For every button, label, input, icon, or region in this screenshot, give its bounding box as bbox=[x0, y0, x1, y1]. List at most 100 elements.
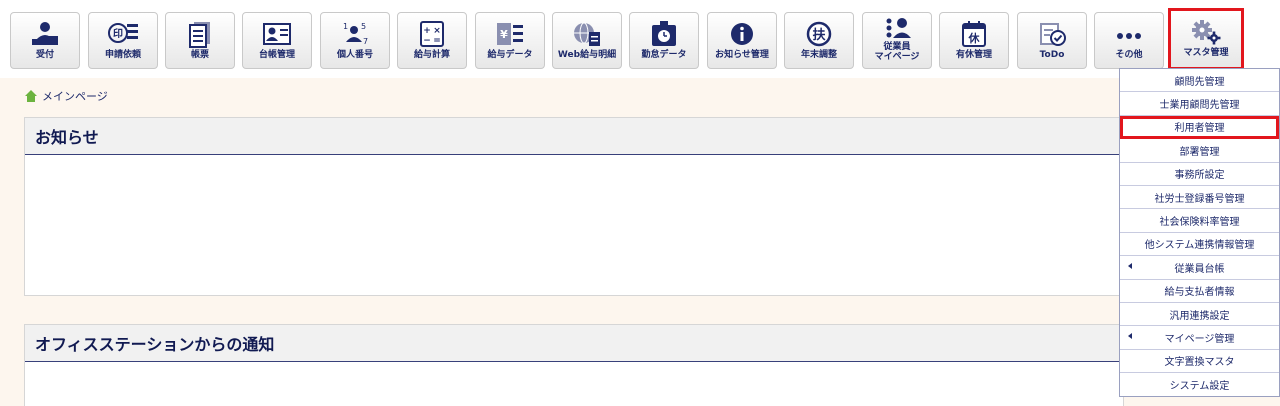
time-card-icon bbox=[648, 20, 680, 48]
menu-item-label: 従業員台帳 bbox=[1174, 263, 1225, 275]
toolbar-label: その他 bbox=[1115, 50, 1143, 60]
employees-icon bbox=[881, 16, 913, 40]
toolbar-label: マスタ管理 bbox=[1183, 48, 1229, 58]
toolbar-button-payroll-data[interactable]: ¥ 給与データ bbox=[475, 12, 545, 69]
toolbar-label: 受付 bbox=[35, 50, 54, 60]
menu-item-user-management[interactable]: 利用者管理 bbox=[1120, 115, 1279, 140]
fu-kanji-icon: 扶 bbox=[803, 20, 835, 48]
svg-text:+: + bbox=[423, 26, 431, 36]
menu-item-label: 社労士登録番号管理 bbox=[1154, 193, 1245, 205]
menu-item-label: 文字置換マスタ bbox=[1164, 357, 1235, 369]
toolbar-label: 給与データ bbox=[487, 50, 533, 60]
menu-item-label: 顧問先管理 bbox=[1174, 76, 1225, 88]
office-notification-panel: オフィスステーションからの通知 bbox=[24, 324, 1124, 406]
toolbar-button-personal-number[interactable]: 1 5 7 個人番号 bbox=[320, 12, 390, 69]
menu-item-label: システム設定 bbox=[1169, 381, 1230, 393]
menu-item-external-system-integration[interactable]: 他システム連携情報管理 bbox=[1120, 233, 1279, 257]
menu-item-social-insurance-rate[interactable]: 社会保険料率管理 bbox=[1120, 209, 1279, 233]
menu-item-label: 社会保険料率管理 bbox=[1159, 217, 1240, 229]
more-dots-icon bbox=[1113, 20, 1145, 48]
menu-item-mypage-management[interactable]: マイページ管理 bbox=[1120, 326, 1279, 350]
seal-stamp-icon: 印 bbox=[107, 20, 139, 48]
toolbar-label: 有休管理 bbox=[955, 50, 992, 60]
master-management-menu: 顧問先管理 士業用顧問先管理 利用者管理 部署管理 事務所設定 社労士登録番号管… bbox=[1119, 68, 1280, 398]
menu-item-labor-consultant-number[interactable]: 社労士登録番号管理 bbox=[1120, 186, 1279, 210]
toolbar-label: 従業員 マイページ bbox=[874, 42, 920, 62]
menu-item-label: 汎用連携設定 bbox=[1169, 310, 1230, 322]
svg-text:=: = bbox=[433, 36, 441, 46]
svg-text:休: 休 bbox=[968, 31, 981, 45]
submenu-arrow-icon bbox=[1128, 263, 1132, 270]
toolbar-button-year-end-adjustment[interactable]: 扶 年末調整 bbox=[784, 12, 854, 69]
yen-list-icon: ¥ bbox=[494, 20, 526, 48]
svg-text:扶: 扶 bbox=[812, 27, 826, 43]
toolbar-label: Web給与明細 bbox=[557, 50, 617, 60]
menu-item-character-replacement-master[interactable]: 文字置換マスタ bbox=[1120, 350, 1279, 374]
toolbar-label: 勤怠データ bbox=[641, 50, 687, 60]
toolbar-button-employee-mypage[interactable]: 従業員 マイページ bbox=[862, 12, 932, 69]
toolbar-button-reception[interactable]: 受付 bbox=[10, 12, 80, 69]
home-icon bbox=[25, 90, 37, 102]
svg-text:1: 1 bbox=[343, 22, 348, 31]
toolbar-label: 年末調整 bbox=[800, 50, 837, 60]
toolbar-button-forms[interactable]: 帳票 bbox=[165, 12, 235, 69]
menu-item-general-integration-settings[interactable]: 汎用連携設定 bbox=[1120, 303, 1279, 327]
svg-text:×: × bbox=[433, 26, 441, 36]
menu-item-label: 他システム連携情報管理 bbox=[1144, 240, 1255, 252]
breadcrumb: メインページ bbox=[24, 88, 108, 104]
toolbar-button-payroll[interactable]: + × − = 給与計算 bbox=[397, 12, 467, 69]
calculator-icon: + × − = bbox=[416, 20, 448, 48]
menu-item-payer-info[interactable]: 給与支払者情報 bbox=[1120, 280, 1279, 303]
svg-text:¥: ¥ bbox=[500, 28, 508, 41]
id-card-icon bbox=[261, 20, 293, 48]
toolbar-button-request[interactable]: 印 申請依頼 bbox=[88, 12, 158, 69]
globe-document-icon bbox=[571, 20, 603, 48]
toolbar-label: お知らせ管理 bbox=[715, 50, 769, 60]
menu-item-label: 利用者管理 bbox=[1174, 123, 1225, 135]
svg-text:5: 5 bbox=[361, 22, 366, 31]
main-toolbar: 受付 印 申請依頼 帳票 台帳管理 1 5 7 個人番号 +×−= 給与計算 bbox=[0, 0, 1280, 78]
submenu-arrow-icon bbox=[1128, 333, 1132, 340]
breadcrumb-home-link[interactable]: メインページ bbox=[42, 88, 108, 104]
svg-text:−: − bbox=[423, 36, 431, 46]
person-number-icon: 1 5 7 bbox=[339, 20, 371, 48]
toolbar-label: 個人番号 bbox=[336, 50, 373, 60]
menu-item-label: 部署管理 bbox=[1179, 146, 1220, 158]
toolbar-button-attendance[interactable]: 勤怠データ bbox=[629, 12, 699, 69]
notice-panel: お知らせ bbox=[24, 117, 1124, 296]
menu-item-label: マイページ管理 bbox=[1164, 333, 1235, 345]
toolbar-label: 申請依頼 bbox=[104, 50, 141, 60]
toolbar-button-master-management[interactable]: マスタ管理 bbox=[1168, 8, 1244, 70]
reception-icon bbox=[29, 20, 61, 48]
toolbar-label: ToDo bbox=[1039, 50, 1065, 60]
todo-check-icon bbox=[1036, 20, 1068, 48]
document-stack-icon bbox=[184, 20, 216, 48]
toolbar-button-todo[interactable]: ToDo bbox=[1017, 12, 1087, 69]
svg-text:印: 印 bbox=[113, 28, 123, 40]
office-notification-panel-header: オフィスステーションからの通知 bbox=[25, 325, 1123, 362]
calendar-kyu-icon: 休 bbox=[958, 20, 990, 48]
menu-item-professional-client-management[interactable]: 士業用顧問先管理 bbox=[1120, 92, 1279, 116]
info-icon bbox=[726, 20, 758, 48]
menu-item-label: 給与支払者情報 bbox=[1164, 287, 1235, 299]
toolbar-button-other[interactable]: その他 bbox=[1094, 12, 1164, 69]
toolbar-label: 台帳管理 bbox=[258, 50, 295, 60]
notice-panel-header: お知らせ bbox=[25, 118, 1123, 155]
toolbar-button-web-payslip[interactable]: Web給与明細 bbox=[552, 12, 622, 69]
toolbar-button-paid-leave[interactable]: 休 有休管理 bbox=[939, 12, 1009, 69]
notice-panel-title: お知らせ bbox=[35, 128, 99, 147]
menu-item-employee-ledger[interactable]: 従業員台帳 bbox=[1120, 256, 1279, 280]
toolbar-button-notice-management[interactable]: お知らせ管理 bbox=[707, 12, 777, 69]
menu-item-client-management[interactable]: 顧問先管理 bbox=[1120, 69, 1279, 93]
toolbar-button-ledger[interactable]: 台帳管理 bbox=[242, 12, 312, 69]
menu-item-office-settings[interactable]: 事務所設定 bbox=[1120, 163, 1279, 186]
office-notification-panel-title: オフィスステーションからの通知 bbox=[35, 335, 275, 354]
menu-item-system-settings[interactable]: システム設定 bbox=[1120, 373, 1279, 396]
menu-item-label: 士業用顧問先管理 bbox=[1159, 100, 1240, 112]
gear-icon bbox=[1190, 18, 1222, 46]
menu-item-department-management[interactable]: 部署管理 bbox=[1120, 139, 1279, 163]
svg-text:7: 7 bbox=[363, 37, 368, 46]
menu-item-label: 事務所設定 bbox=[1174, 170, 1225, 182]
toolbar-label: 給与計算 bbox=[413, 50, 450, 60]
toolbar-label: 帳票 bbox=[190, 50, 209, 60]
